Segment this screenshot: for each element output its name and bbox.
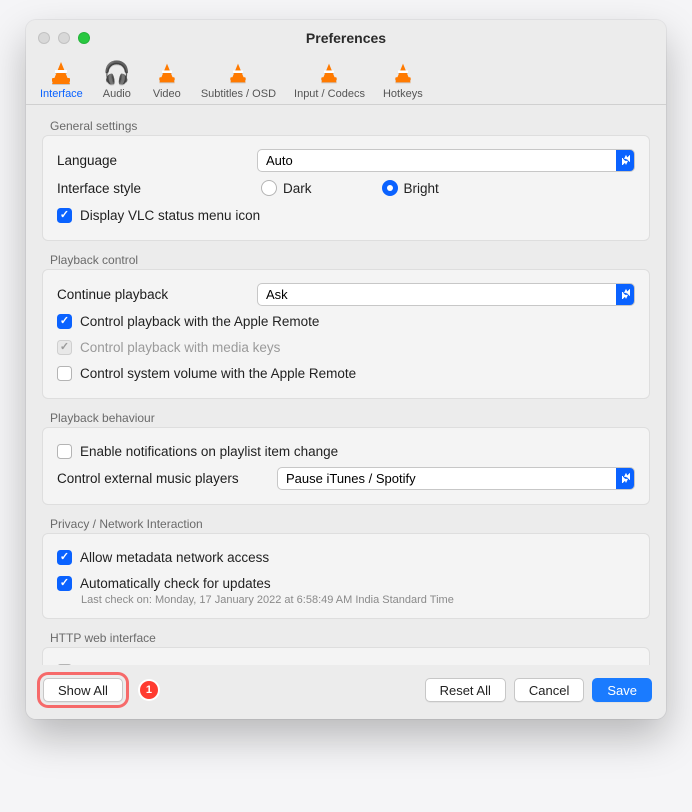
checkbox-icon	[57, 340, 72, 355]
section-playback-control-title: Playback control	[50, 253, 660, 267]
panel-http: Enable HTTP web interface Password	[42, 647, 650, 665]
close-window-icon[interactable]	[38, 32, 50, 44]
show-all-button[interactable]: Show All	[43, 678, 123, 702]
interface-icon	[52, 60, 70, 86]
section-playback-behaviour-title: Playback behaviour	[50, 411, 660, 425]
checkbox-icon	[57, 208, 72, 223]
minimize-window-icon[interactable]	[58, 32, 70, 44]
check-enable-http[interactable]: Enable HTTP web interface	[57, 658, 635, 665]
hotkeys-icon	[394, 60, 412, 86]
last-check-text: Last check on: Monday, 17 January 2022 a…	[81, 594, 635, 606]
check-media-keys: Control playback with media keys	[57, 334, 635, 360]
save-button[interactable]: Save	[592, 678, 652, 702]
tab-video[interactable]: Video	[143, 58, 191, 104]
tab-interface[interactable]: Interface	[32, 58, 91, 104]
cancel-button[interactable]: Cancel	[514, 678, 584, 702]
checkbox-icon	[57, 550, 72, 565]
panel-privacy: Allow metadata network access Automatica…	[42, 533, 650, 619]
checkbox-icon	[57, 664, 72, 666]
panel-general: Language Auto ▴▾ Interface style Dark	[42, 135, 650, 241]
panel-playback-behaviour: Enable notifications on playlist item ch…	[42, 427, 650, 505]
check-system-volume-remote[interactable]: Control system volume with the Apple Rem…	[57, 360, 635, 386]
language-select[interactable]: Auto	[257, 149, 635, 172]
language-label: Language	[57, 153, 247, 168]
checkbox-icon	[57, 444, 72, 459]
subtitles-icon	[229, 60, 247, 86]
radio-dark[interactable]: Dark	[261, 180, 312, 196]
preferences-window: Preferences Interface 🎧 Audio Video Subt…	[26, 20, 666, 719]
section-general-title: General settings	[50, 119, 660, 133]
radio-bright[interactable]: Bright	[382, 180, 439, 196]
tab-subtitles[interactable]: Subtitles / OSD	[193, 58, 284, 104]
annotation-badge: 1	[140, 681, 158, 699]
check-auto-updates[interactable]: Automatically check for updates	[57, 570, 635, 596]
section-privacy-title: Privacy / Network Interaction	[50, 517, 660, 531]
section-http-title: HTTP web interface	[50, 631, 660, 645]
panel-playback-control: Continue playback Ask ▴▾ Control playbac…	[42, 269, 650, 399]
video-icon	[158, 60, 176, 86]
content-scroll[interactable]: General settings Language Auto ▴▾ Interf…	[26, 105, 666, 665]
checkbox-icon	[57, 366, 72, 381]
zoom-window-icon[interactable]	[78, 32, 90, 44]
checkbox-icon	[57, 576, 72, 591]
check-notifications[interactable]: Enable notifications on playlist item ch…	[57, 438, 635, 464]
show-all-highlight: Show All	[40, 675, 126, 705]
continue-playback-select[interactable]: Ask	[257, 283, 635, 306]
window-title: Preferences	[26, 30, 666, 46]
radio-icon	[382, 180, 398, 196]
tab-audio[interactable]: 🎧 Audio	[93, 58, 141, 104]
audio-icon: 🎧	[103, 60, 130, 86]
checkbox-icon	[57, 314, 72, 329]
tab-hotkeys[interactable]: Hotkeys	[375, 58, 431, 104]
window-controls	[38, 32, 90, 44]
tab-input-codecs[interactable]: Input / Codecs	[286, 58, 373, 104]
continue-playback-label: Continue playback	[57, 287, 247, 302]
check-status-menu-icon[interactable]: Display VLC status menu icon	[57, 202, 635, 228]
footer: Show All 1 Reset All Cancel Save	[26, 665, 666, 719]
titlebar: Preferences	[26, 20, 666, 56]
interface-style-label: Interface style	[57, 181, 247, 196]
external-players-label: Control external music players	[57, 471, 267, 486]
check-apple-remote[interactable]: Control playback with the Apple Remote	[57, 308, 635, 334]
codecs-icon	[320, 60, 338, 86]
prefs-toolbar: Interface 🎧 Audio Video Subtitles / OSD …	[26, 56, 666, 105]
radio-icon	[261, 180, 277, 196]
external-players-select[interactable]: Pause iTunes / Spotify	[277, 467, 635, 490]
check-metadata-network[interactable]: Allow metadata network access	[57, 544, 635, 570]
reset-all-button[interactable]: Reset All	[425, 678, 506, 702]
